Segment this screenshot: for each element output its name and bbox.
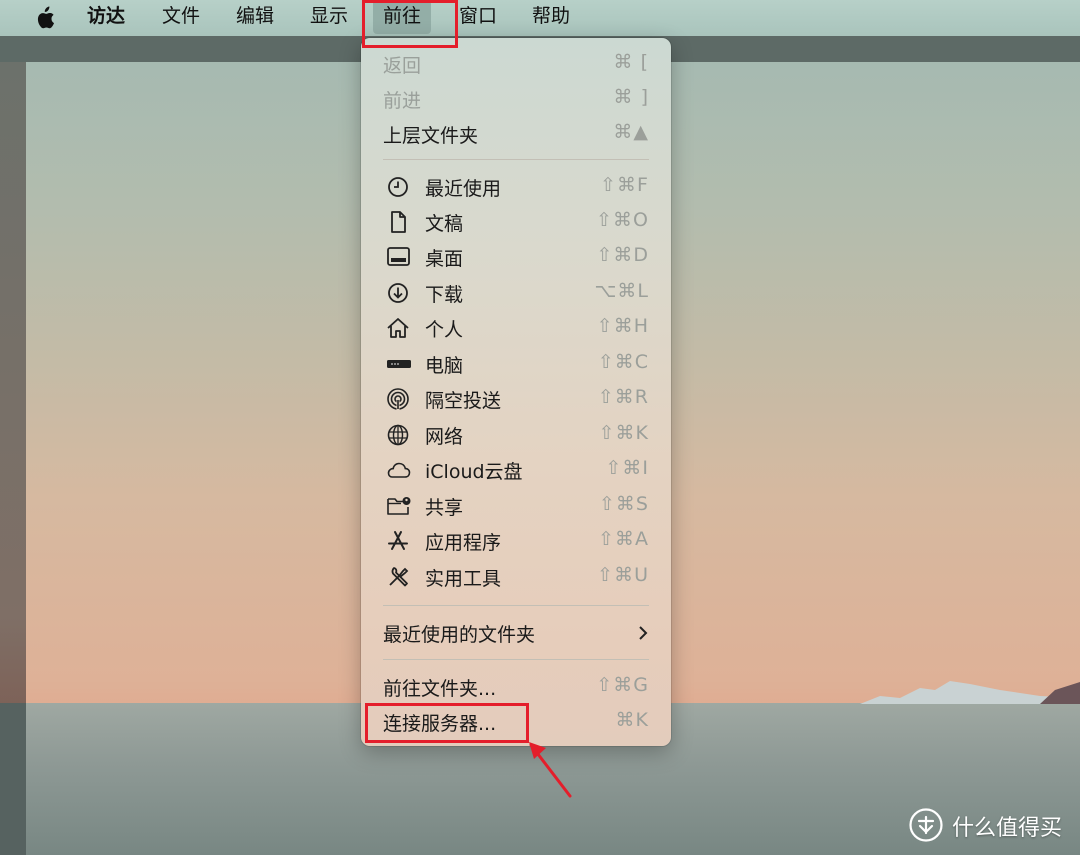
watermark-text: 什么值得买 (952, 816, 1063, 841)
shared-folder-icon (387, 497, 411, 515)
menu-item-label: 个人 (425, 319, 464, 341)
menu-item-applications[interactable]: 应用程序 ⇧⌘A (361, 524, 671, 558)
shortcut-text: ⇧⌘I (605, 457, 649, 479)
menu-item-back[interactable]: 返回 ⌘ [ (361, 47, 671, 81)
menu-item-label: 隔空投送 (425, 390, 502, 412)
wallpaper-sea-edge (0, 703, 26, 855)
menu-item-label: 实用工具 (425, 568, 502, 590)
chevron-right-icon (639, 626, 648, 640)
applications-icon (388, 531, 408, 550)
menu-separator (383, 159, 649, 160)
document-icon (391, 211, 406, 233)
menu-item-utilities[interactable]: 实用工具 ⇧⌘U (361, 560, 671, 594)
menu-item-label: 共享 (425, 497, 464, 519)
menu-item-documents[interactable]: 文稿 ⇧⌘O (361, 205, 671, 239)
shortcut-text: ⌘ ] (613, 86, 649, 108)
shortcut-text: ⌘ [ (613, 51, 649, 73)
shortcut-text: ⇧⌘C (597, 351, 649, 373)
airdrop-icon (387, 388, 409, 410)
menu-item-label: 应用程序 (425, 532, 502, 554)
home-icon (387, 318, 409, 338)
menu-item-recent-folders[interactable]: 最近使用的文件夹 (361, 616, 671, 650)
shortcut-text: ⌥⌘L (594, 280, 649, 302)
menu-item-icloud-drive[interactable]: iCloud云盘 ⇧⌘I (361, 453, 671, 487)
menu-bar: 访达 文件 编辑 显示 前往 窗口 帮助 (0, 0, 1080, 36)
menu-item-label: iCloud云盘 (425, 461, 523, 483)
menu-item-shared[interactable]: 共享 ⇧⌘S (361, 489, 671, 523)
menu-item-airdrop[interactable]: 隔空投送 ⇧⌘R (361, 382, 671, 416)
shortcut-text: ⇧⌘S (599, 493, 649, 515)
menubar-file[interactable]: 文件 (162, 0, 200, 34)
menu-item-label: 桌面 (425, 248, 464, 270)
go-dropdown-menu: 返回 ⌘ [ 前进 ⌘ ] 上层文件夹 ⌘▲ 最近使用 ⇧⌘F 文稿 ⇧⌘O 桌… (361, 38, 671, 746)
highlight-box-connect-server (365, 703, 529, 743)
computer-icon (387, 360, 411, 368)
desktop-icon (387, 247, 410, 266)
menubar-finder[interactable]: 访达 (87, 0, 125, 34)
menu-item-computer[interactable]: 电脑 ⇧⌘C (361, 347, 671, 381)
shortcut-text: ⇧⌘H (596, 315, 649, 337)
menu-item-label: 电脑 (425, 355, 464, 377)
menu-item-label: 下载 (425, 284, 464, 306)
menu-item-downloads[interactable]: 下载 ⌥⌘L (361, 276, 671, 310)
menu-item-label: 文稿 (425, 213, 464, 235)
menu-item-forward[interactable]: 前进 ⌘ ] (361, 82, 671, 116)
menubar-window[interactable]: 窗口 (459, 0, 497, 34)
red-arrow-icon (529, 742, 572, 798)
menu-item-label: 网络 (425, 426, 464, 448)
menu-separator (383, 659, 649, 660)
shortcut-text: ⌘▲ (613, 121, 649, 143)
highlight-box-go-menu (362, 0, 458, 48)
watermark-logo-icon (909, 808, 943, 842)
menubar-help[interactable]: 帮助 (532, 0, 570, 34)
icloud-icon (387, 462, 411, 478)
menu-item-enclosing-folder[interactable]: 上层文件夹 ⌘▲ (361, 117, 671, 151)
shortcut-text: ⇧⌘F (600, 174, 649, 196)
menubar-edit[interactable]: 编辑 (236, 0, 274, 34)
shortcut-text: ⇧⌘A (598, 528, 649, 550)
menu-item-label: 最近使用 (425, 178, 502, 200)
menu-separator (383, 605, 649, 606)
menu-item-label: 前往文件夹... (383, 678, 497, 700)
utilities-icon (389, 567, 409, 587)
menu-item-network[interactable]: 网络 ⇧⌘K (361, 418, 671, 452)
shortcut-text: ⇧⌘K (598, 422, 649, 444)
menubar-view[interactable]: 显示 (310, 0, 348, 34)
menu-item-go-to-folder[interactable]: 前往文件夹... ⇧⌘G (361, 670, 671, 704)
shortcut-text: ⇧⌘D (596, 244, 649, 266)
shortcut-text: ⇧⌘U (597, 564, 649, 586)
shortcut-text: ⇧⌘G (596, 674, 649, 696)
apple-logo-icon[interactable] (33, 6, 55, 30)
menu-item-home[interactable]: 个人 ⇧⌘H (361, 311, 671, 345)
wallpaper-mountain (860, 681, 1080, 704)
menu-item-label: 前进 (383, 90, 422, 112)
shortcut-text: ⇧⌘O (596, 209, 649, 231)
menu-item-label: 上层文件夹 (383, 125, 479, 147)
menu-item-label: 最近使用的文件夹 (383, 624, 536, 646)
shortcut-text: ⌘K (615, 709, 649, 731)
menu-item-desktop[interactable]: 桌面 ⇧⌘D (361, 240, 671, 274)
shortcut-text: ⇧⌘R (597, 386, 649, 408)
clock-icon (388, 177, 408, 197)
download-icon (388, 283, 408, 303)
menu-item-label: 返回 (383, 55, 422, 77)
menu-item-recents[interactable]: 最近使用 ⇧⌘F (361, 170, 671, 204)
network-globe-icon (387, 424, 409, 446)
